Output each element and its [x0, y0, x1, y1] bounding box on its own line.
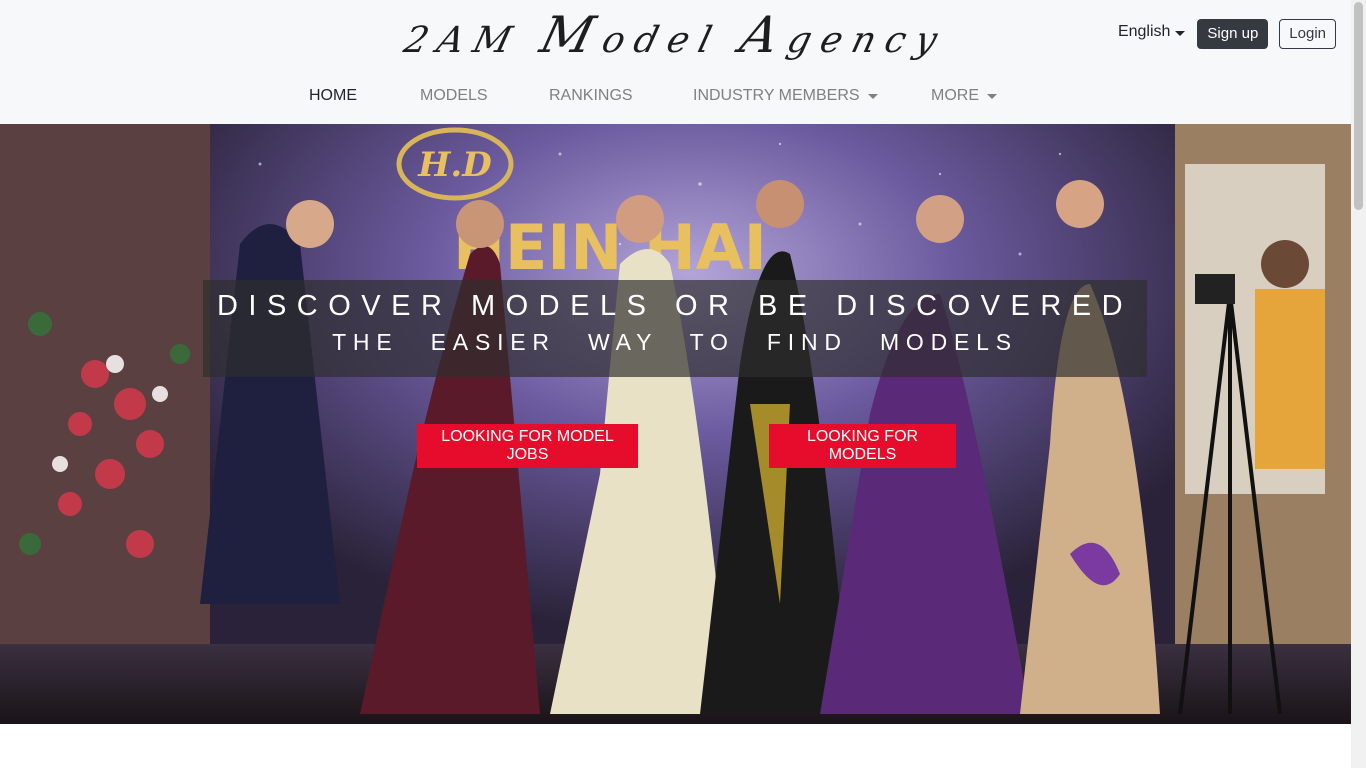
hero-headline: DISCOVER MODELS OR BE DISCOVERED	[216, 290, 1134, 322]
main-nav: HOME MODELS RANKINGS INDUSTRY MEMBERS MO…	[0, 84, 1351, 108]
language-selector[interactable]: English	[1117, 23, 1186, 41]
site-header: 2AM Model Agency English Sign up Login H…	[0, 0, 1351, 124]
hero-banner: DISCOVER MODELS OR BE DISCOVERED THE EAS…	[203, 280, 1147, 377]
hero-section: H.D HEIN HAI DISCOVER MODELS OR BE DISCO…	[0, 124, 1351, 724]
login-button[interactable]: Login	[1279, 19, 1336, 49]
backdrop-logo: H.D	[417, 145, 492, 185]
logo-part: gency	[783, 20, 952, 61]
language-label: English	[1117, 23, 1171, 40]
chevron-down-icon	[867, 93, 878, 99]
logo-part: 2AM	[399, 20, 526, 61]
scrollbar-thumb[interactable]	[1354, 2, 1363, 210]
nav-item-models[interactable]: MODELS	[420, 84, 488, 108]
model-jobs-button[interactable]: LOOKING FOR MODEL JOBS	[417, 424, 638, 468]
page-scrollbar[interactable]	[1351, 0, 1366, 768]
nav-item-rankings[interactable]: RANKINGS	[549, 84, 633, 108]
page: 2AM Model Agency English Sign up Login H…	[0, 0, 1351, 768]
nav-item-home[interactable]: HOME	[309, 84, 357, 108]
signup-button[interactable]: Sign up	[1197, 19, 1269, 49]
find-models-button[interactable]: LOOKING FOR MODELS	[769, 424, 956, 468]
chevron-down-icon	[1175, 31, 1186, 36]
logo-part: odel	[598, 20, 726, 61]
nav-item-industry-members[interactable]: INDUSTRY MEMBERS	[693, 84, 878, 108]
hero-subheadline: THE EASIER WAY TO FIND MODELS	[332, 329, 1018, 355]
nav-item-label: HOME	[309, 87, 357, 104]
nav-item-label: MORE	[931, 87, 979, 104]
nav-item-label: RANKINGS	[549, 87, 633, 104]
nav-item-label: MODELS	[420, 87, 488, 104]
chevron-down-icon	[987, 93, 997, 99]
nav-item-more[interactable]: MORE	[931, 84, 997, 108]
header-utilities: English Sign up Login	[1118, 19, 1336, 49]
hero-image: H.D HEIN HAI	[0, 124, 1351, 724]
nav-item-label: INDUSTRY MEMBERS	[693, 87, 860, 104]
